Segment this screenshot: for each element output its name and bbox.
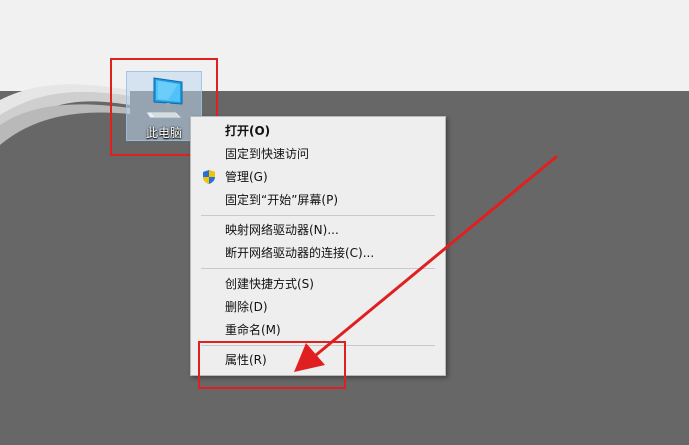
annotation-arrow bbox=[294, 155, 558, 372]
